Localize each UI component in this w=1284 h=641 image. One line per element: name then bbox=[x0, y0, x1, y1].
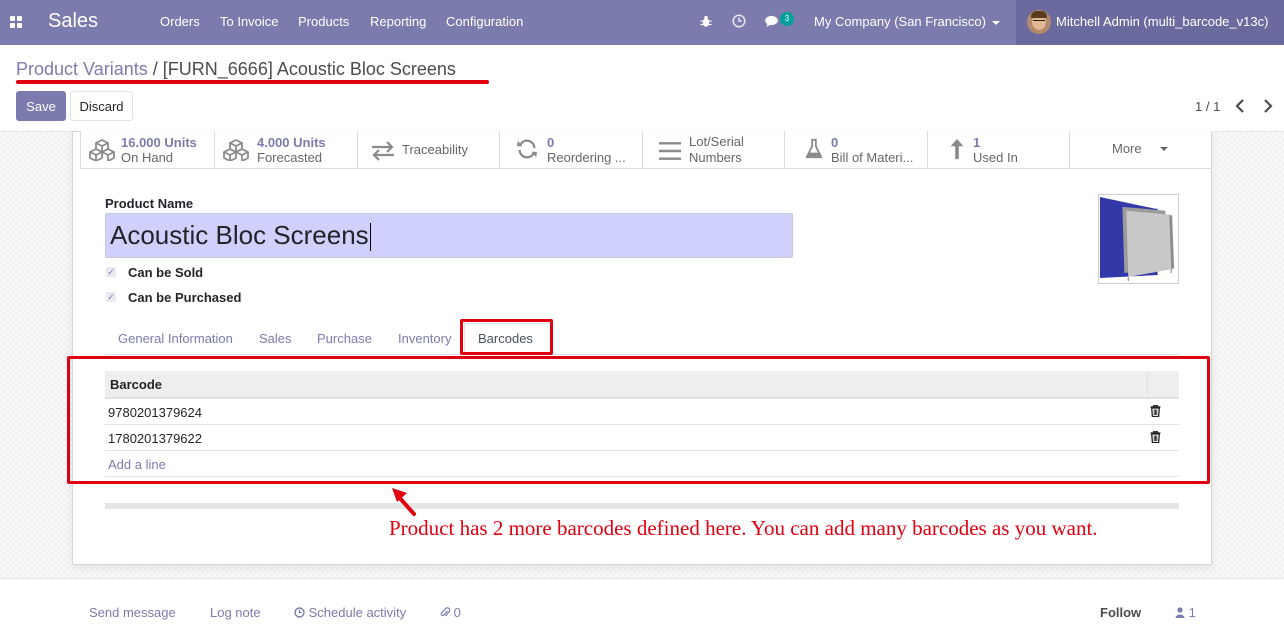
reordering-label: Reordering ... bbox=[547, 150, 626, 165]
list-icon bbox=[659, 142, 681, 160]
annotation-table-highlight bbox=[67, 356, 1210, 484]
chevron-down-icon bbox=[991, 20, 1000, 25]
company-switcher[interactable]: My Company (San Francisco) bbox=[814, 14, 1000, 29]
breadcrumb-separator: / bbox=[152, 59, 158, 79]
annotation-tab-highlight bbox=[460, 319, 553, 355]
on-hand-value: 16.000 Units bbox=[121, 135, 197, 150]
cubes-icon bbox=[89, 139, 115, 161]
more-label: More bbox=[1112, 141, 1142, 156]
apps-grid-icon[interactable] bbox=[10, 16, 22, 28]
paperclip-icon bbox=[440, 607, 451, 617]
cubes-icon bbox=[223, 139, 249, 161]
breadcrumb-product-variants[interactable]: Product Variants bbox=[16, 59, 148, 79]
followers-button[interactable]: 1 bbox=[1175, 605, 1196, 620]
smart-button-lot-serial[interactable]: Lot/Serial Numbers bbox=[643, 131, 785, 169]
menu-reporting[interactable]: Reporting bbox=[370, 14, 426, 29]
attachments-button[interactable]: 0 bbox=[440, 605, 461, 620]
smart-button-traceability[interactable]: Traceability bbox=[358, 131, 500, 169]
annotation-arrow-icon bbox=[392, 488, 416, 516]
user-name: Mitchell Admin (multi_barcode_v13c) bbox=[1056, 14, 1269, 29]
chevron-left-icon[interactable] bbox=[1230, 96, 1250, 116]
chatter: Send message Log note Schedule activity … bbox=[0, 578, 1284, 641]
followers-count: 1 bbox=[1188, 605, 1196, 620]
menu-products[interactable]: Products bbox=[298, 14, 349, 29]
used-in-value: 1 bbox=[973, 135, 981, 150]
menu-to-invoice[interactable]: To Invoice bbox=[220, 14, 279, 29]
company-name: My Company (San Francisco) bbox=[814, 14, 986, 29]
table-footer bbox=[105, 503, 1179, 509]
can-be-purchased-checkbox[interactable]: ✓ bbox=[106, 292, 116, 302]
product-name-label: Product Name bbox=[105, 196, 194, 211]
used-in-label: Used In bbox=[973, 150, 1018, 165]
breadcrumb: Product Variants / [FURN_6666] Acoustic … bbox=[16, 59, 456, 80]
product-name-input[interactable]: Acoustic Bloc Screens bbox=[105, 213, 793, 258]
caret-down-icon bbox=[1160, 147, 1168, 151]
product-name-value: Acoustic Bloc Screens bbox=[110, 220, 369, 250]
menu-orders[interactable]: Orders bbox=[160, 14, 200, 29]
follow-button[interactable]: Follow bbox=[1100, 605, 1141, 620]
pager-value: 1 / 1 bbox=[1195, 99, 1221, 114]
refresh-icon bbox=[516, 139, 538, 159]
forecasted-value: 4.000 Units bbox=[257, 135, 326, 150]
breadcrumb-current: [FURN_6666] Acoustic Bloc Screens bbox=[162, 59, 456, 79]
smart-button-bom[interactable]: 0 Bill of Materi... bbox=[785, 131, 928, 169]
smart-button-box: 16.000 Units On Hand 4.000 Units Forecas… bbox=[80, 131, 1211, 169]
tab-purchase[interactable]: Purchase bbox=[317, 331, 372, 346]
annotation-underline bbox=[16, 80, 489, 84]
clock-icon[interactable] bbox=[732, 14, 746, 28]
chat-icon[interactable] bbox=[765, 15, 781, 28]
exchange-arrows-icon bbox=[372, 141, 394, 161]
tab-general-information[interactable]: General Information bbox=[118, 331, 233, 346]
menu-configuration[interactable]: Configuration bbox=[446, 14, 523, 29]
bug-icon[interactable] bbox=[700, 15, 712, 28]
tab-inventory[interactable]: Inventory bbox=[398, 331, 451, 346]
bom-value: 0 bbox=[831, 135, 839, 150]
forecasted-label: Forecasted bbox=[257, 150, 323, 165]
send-message-button[interactable]: Send message bbox=[89, 605, 176, 620]
smart-button-used-in[interactable]: 1 Used In bbox=[928, 131, 1070, 169]
annotation-text: Product has 2 more barcodes defined here… bbox=[389, 516, 1098, 540]
discard-button[interactable]: Discard bbox=[70, 91, 133, 121]
user-menu[interactable]: Mitchell Admin (multi_barcode_v13c) bbox=[1016, 0, 1284, 45]
chevron-right-icon[interactable] bbox=[1258, 96, 1278, 116]
log-note-button[interactable]: Log note bbox=[210, 605, 261, 620]
schedule-activity-label: Schedule activity bbox=[308, 605, 407, 620]
top-navbar: Sales Orders To Invoice Products Reporti… bbox=[0, 0, 1284, 45]
can-be-purchased-label: Can be Purchased bbox=[128, 290, 242, 305]
save-button[interactable]: Save bbox=[16, 91, 66, 121]
can-be-sold-label: Can be Sold bbox=[128, 265, 204, 280]
smart-button-reordering[interactable]: 0 Reordering ... bbox=[500, 131, 643, 169]
smart-button-forecasted[interactable]: 4.000 Units Forecasted bbox=[215, 131, 358, 169]
lot-serial-line1: Lot/Serial bbox=[689, 134, 744, 149]
reordering-value: 0 bbox=[547, 135, 555, 150]
tab-sales[interactable]: Sales bbox=[259, 331, 292, 346]
lot-serial-line2: Numbers bbox=[689, 150, 742, 165]
clock-icon bbox=[294, 607, 305, 618]
user-icon bbox=[1175, 607, 1185, 618]
attachments-count: 0 bbox=[453, 605, 461, 620]
level-up-icon bbox=[950, 138, 964, 160]
notebook-tabs: General Information Sales Purchase Inven… bbox=[105, 323, 1179, 356]
chat-count-badge: 3 bbox=[780, 12, 794, 26]
text-cursor bbox=[369, 223, 371, 252]
schedule-activity-button[interactable]: Schedule activity bbox=[294, 605, 406, 620]
smart-button-on-hand[interactable]: 16.000 Units On Hand bbox=[80, 131, 215, 169]
flask-icon bbox=[805, 138, 823, 159]
bom-label: Bill of Materi... bbox=[831, 150, 914, 165]
product-image[interactable] bbox=[1098, 194, 1179, 284]
traceability-label: Traceability bbox=[402, 142, 468, 157]
avatar bbox=[1027, 10, 1051, 34]
smart-button-more[interactable]: More bbox=[1070, 131, 1211, 169]
can-be-sold-checkbox[interactable]: ✓ bbox=[106, 267, 116, 277]
app-title: Sales bbox=[48, 10, 99, 32]
on-hand-label: On Hand bbox=[121, 150, 174, 165]
